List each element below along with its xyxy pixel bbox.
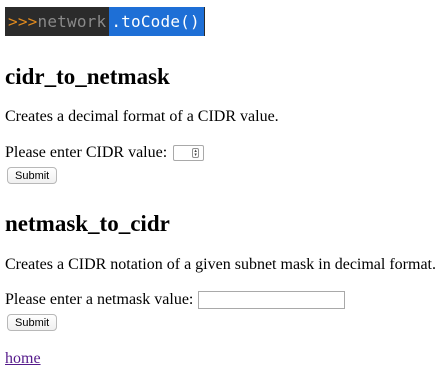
cidr-input-label: Please enter CIDR value: [5, 144, 168, 161]
section-description-netmask-to-cidr: Creates a CIDR notation of a given subne… [5, 256, 436, 273]
home-link[interactable]: home [5, 351, 41, 367]
cidr-number-input[interactable]: ▴ ▾ [173, 145, 205, 161]
cidr-form-row: Please enter CIDR value: ▴ ▾ [5, 144, 205, 161]
netmask-submit-button[interactable]: Submit [7, 314, 58, 331]
section-title-cidr-to-netmask: cidr_to_netmask [5, 64, 170, 89]
cidr-submit-button[interactable]: Submit [7, 167, 58, 184]
number-spinner-icon[interactable]: ▴ ▾ [192, 148, 200, 158]
netmask-input-label: Please enter a netmask value: [5, 291, 194, 308]
site-logo: >>> network .toCode() [5, 7, 205, 36]
logo-word: network [37, 12, 107, 31]
section-description-cidr-to-netmask: Creates a decimal format of a CIDR value… [5, 108, 279, 125]
logo-prompt: >>> [8, 12, 38, 31]
logo-suffix: .toCode() [109, 7, 204, 36]
netmask-form-row: Please enter a netmask value: [5, 291, 346, 309]
section-title-netmask-to-cidr: netmask_to_cidr [5, 211, 170, 236]
netmask-text-input[interactable] [198, 291, 346, 309]
